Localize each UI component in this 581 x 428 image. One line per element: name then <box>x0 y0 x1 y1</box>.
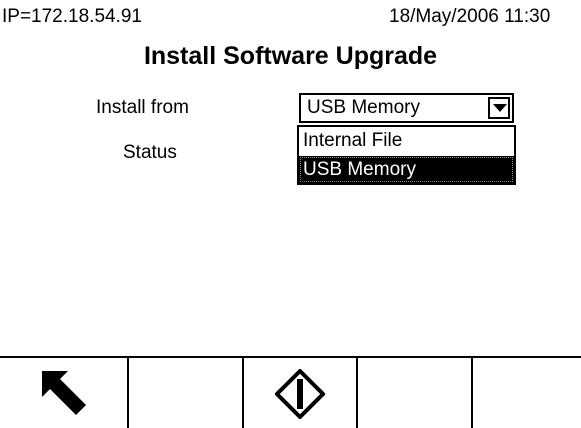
option-internal-file[interactable]: Internal File <box>299 127 514 154</box>
ip-address: IP=172.18.54.91 <box>2 6 142 27</box>
softkey-4[interactable] <box>358 358 473 428</box>
date-time: 18/May/2006 11:30 <box>389 6 551 27</box>
chevron-down-glyph <box>493 104 507 112</box>
softkey-exit[interactable] <box>0 358 129 428</box>
install-from-select[interactable]: USB Memory <box>299 93 514 123</box>
softkey-5[interactable] <box>473 358 581 428</box>
option-usb-memory[interactable]: USB Memory <box>299 156 514 183</box>
terminal-screen: IP=172.18.54.91 18/May/2006 11:30 Instal… <box>0 0 581 428</box>
install-from-label: Install from <box>96 97 189 118</box>
softkey-2[interactable] <box>129 358 244 428</box>
start-diamond-icon <box>275 369 325 419</box>
status-label: Status <box>123 142 177 163</box>
softkey-start[interactable] <box>244 358 358 428</box>
status-bar: IP=172.18.54.91 18/May/2006 11:30 <box>0 0 581 32</box>
install-from-value: USB Memory <box>307 97 420 118</box>
install-from-dropdown-list: Internal File USB Memory <box>297 125 516 185</box>
up-left-arrow-icon <box>42 371 86 415</box>
softkey-bar <box>0 356 581 428</box>
chevron-down-icon[interactable] <box>488 97 510 119</box>
page-title: Install Software Upgrade <box>143 42 438 70</box>
